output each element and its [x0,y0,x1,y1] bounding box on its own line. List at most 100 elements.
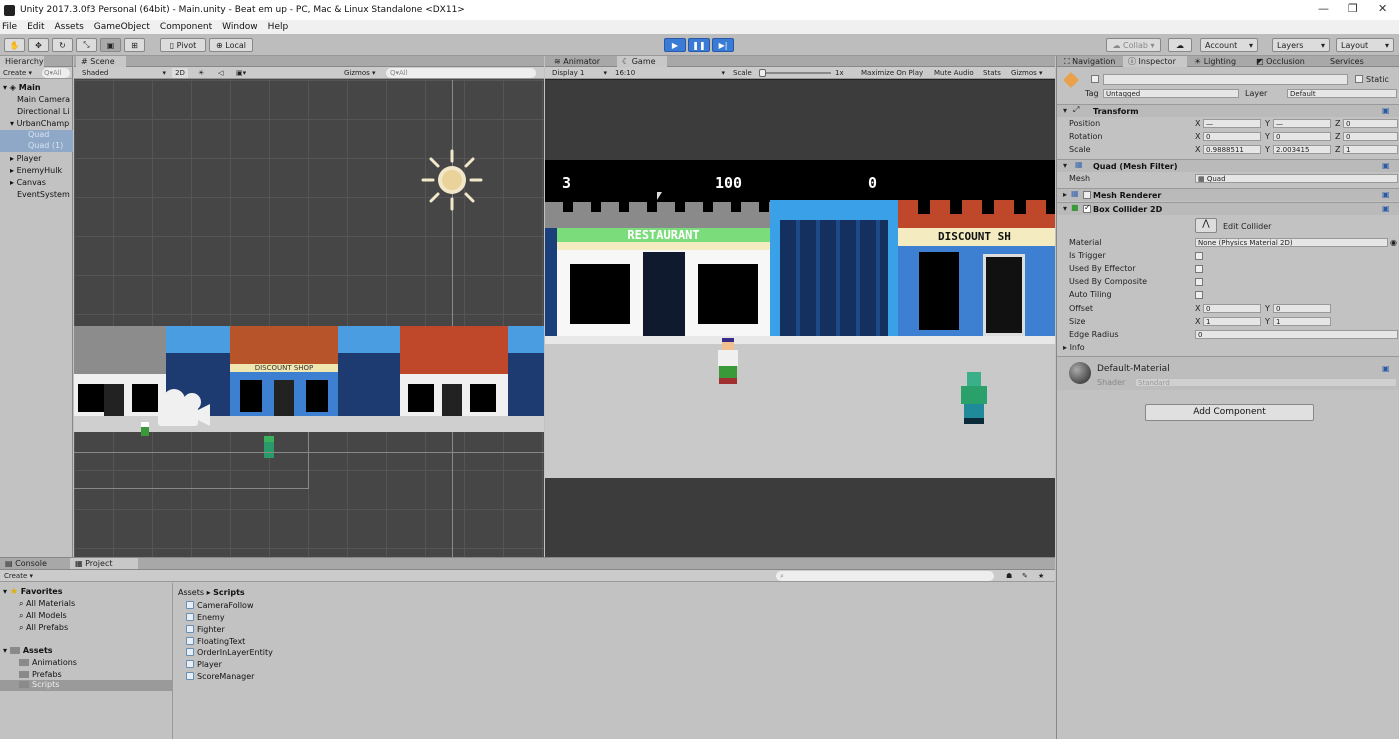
menu-help[interactable]: Help [268,22,289,32]
hierarchy-item-selected[interactable]: Quad (1) [0,141,73,152]
rotate-tool-icon[interactable]: ↻ [52,38,73,52]
shading-dropdown[interactable]: Shaded ▾ [82,68,166,78]
scene-viewport[interactable]: DISCOUNT SHOP [74,80,544,557]
game-viewport[interactable]: 3 100 0 RESTAURANT DISCOUNT SH [545,80,1055,557]
hierarchy-item[interactable]: Main Camera [17,95,70,104]
help-icon[interactable]: ▣ [1382,204,1390,213]
gizmos-dropdown[interactable]: Gizmos ▾ [344,68,376,78]
layer-dropdown[interactable]: Default [1287,89,1397,98]
used-by-composite-checkbox[interactable] [1195,278,1203,286]
hierarchy-item[interactable]: ▸ EnemyHulk [10,166,62,175]
is-trigger-checkbox[interactable] [1195,252,1203,260]
script-asset[interactable]: OrderInLayerEntity [186,648,273,657]
object-picker-icon[interactable]: ◉ [1390,238,1397,247]
mesh-field[interactable]: ▦ Quad [1195,174,1398,183]
tab-project[interactable]: ▦ Project [70,558,138,569]
position-y-field[interactable]: — [1273,119,1331,128]
active-checkbox[interactable] [1091,75,1099,83]
close-button[interactable]: ✕ [1378,2,1387,15]
menu-gameobject[interactable]: GameObject [94,22,150,32]
tab-inspector[interactable]: ⓘ Inspector [1123,56,1187,67]
breadcrumb-current[interactable]: Scripts [213,588,245,597]
favorites-header[interactable]: ▾ ★ Favorites [3,587,63,597]
tab-console[interactable]: ▤ Console [0,558,68,569]
assets-folder[interactable]: Prefabs [19,670,62,679]
lighting-toggle-icon[interactable]: ☀ [198,68,204,78]
audio-toggle-icon[interactable]: ◁ [218,68,223,78]
hierarchy-item[interactable]: Directional Li [17,107,70,116]
scale-y-field[interactable]: 2.003415 [1273,145,1331,154]
tag-dropdown[interactable]: Untagged [1103,89,1239,98]
script-asset[interactable]: ScoreManager [186,672,254,681]
pivot-toggle[interactable]: ▯ Pivot [160,38,206,52]
hierarchy-item[interactable]: ▸ Canvas [10,178,46,187]
collab-button[interactable]: ☁ Collab ▾ [1106,38,1161,52]
scene-search-input[interactable]: Q▾All [386,68,536,78]
tab-services[interactable]: Services [1325,56,1375,67]
local-toggle[interactable]: ⊕ Local [209,38,253,52]
tab-scene[interactable]: # Scene [76,56,126,67]
favorites-item[interactable]: ⌕ All Models [19,611,67,621]
hierarchy-item[interactable]: ▸ Player [10,154,41,163]
script-asset[interactable]: Fighter [186,625,225,634]
layout-dropdown[interactable]: Layout ▾ [1336,38,1394,52]
script-asset[interactable]: Enemy [186,613,225,622]
project-search-input[interactable]: ⌕ [776,571,994,581]
info-foldout[interactable]: ▸ Info [1063,343,1085,352]
scale-slider-handle[interactable] [759,69,766,77]
maximize-button[interactable]: ❐ [1348,2,1358,15]
transform-tool-icon[interactable]: ⊞ [124,38,145,52]
minimize-button[interactable]: — [1318,2,1329,15]
menu-edit[interactable]: Edit [27,22,44,32]
offset-y-field[interactable]: 0 [1273,304,1331,313]
transform-header[interactable]: Transform [1057,104,1399,117]
menu-file[interactable]: File [2,22,17,32]
filter-by-type-icon[interactable]: ☗ [1006,571,1012,581]
assets-folder[interactable]: Animations [19,658,77,667]
assets-header[interactable]: ▾ Assets [3,646,53,655]
favorite-star-icon[interactable]: ★ [1038,571,1044,581]
box-collider-header[interactable]: Box Collider 2D [1057,202,1399,215]
expand-arrow-icon[interactable]: ▾ [1063,204,1067,213]
assets-folder-selected[interactable]: Scripts [0,680,172,691]
box-collider-checkbox[interactable]: ✓ [1083,203,1091,213]
filter-by-label-icon[interactable]: ✎ [1022,571,1028,581]
help-icon[interactable]: ▣ [1382,161,1390,170]
shader-dropdown[interactable]: Standard [1135,378,1397,387]
breadcrumb-root[interactable]: Assets [178,588,204,597]
mesh-renderer-checkbox[interactable] [1083,191,1091,199]
tab-game[interactable]: ☾ Game [617,56,667,67]
script-asset[interactable]: Player [186,660,222,669]
expand-arrow-icon[interactable]: ▾ [1063,161,1067,170]
expand-arrow-icon[interactable]: ▾ [1063,106,1067,115]
hierarchy-item[interactable]: ▾ UrbanChamp [10,119,69,128]
hierarchy-create-button[interactable]: Create ▾ [3,68,32,78]
favorites-item[interactable]: ⌕ All Materials [19,599,75,609]
rotation-z-field[interactable]: 0 [1343,132,1398,141]
auto-tiling-checkbox[interactable] [1195,291,1203,299]
help-icon[interactable]: ▣ [1382,106,1390,115]
expand-arrow-icon[interactable]: ▸ [1063,190,1067,199]
help-icon[interactable]: ▣ [1382,190,1390,199]
rotation-x-field[interactable]: 0 [1203,132,1261,141]
display-dropdown[interactable]: Display 1 ▾ [552,68,607,78]
hierarchy-item[interactable]: EventSystem [17,190,70,199]
play-button[interactable]: ▶ [664,38,686,52]
pause-button[interactable]: ❚❚ [688,38,710,52]
hand-tool-icon[interactable]: ✋ [4,38,25,52]
aspect-dropdown[interactable]: 16:10 ▾ [615,68,725,78]
hierarchy-scene-main[interactable]: ▾ ◈ Main [3,83,41,92]
size-x-field[interactable]: 1 [1203,317,1261,326]
menu-component[interactable]: Component [160,22,212,32]
maximize-on-play-toggle[interactable]: Maximize On Play [861,68,923,78]
mesh-filter-header[interactable]: Quad (Mesh Filter) [1057,159,1399,172]
rect-tool-icon[interactable]: ▣ [100,38,121,52]
tab-navigation[interactable]: ⛶ Navigation [1059,56,1121,67]
favorites-item[interactable]: ⌕ All Prefabs [19,623,68,633]
scale-tool-icon[interactable]: ⤡ [76,38,97,52]
rotation-y-field[interactable]: 0 [1273,132,1331,141]
tab-occlusion[interactable]: ◩ Occlusion [1251,56,1323,67]
help-icon[interactable]: ▣ [1382,364,1390,373]
used-by-effector-checkbox[interactable] [1195,265,1203,273]
cloud-icon[interactable]: ☁ [1168,38,1192,52]
